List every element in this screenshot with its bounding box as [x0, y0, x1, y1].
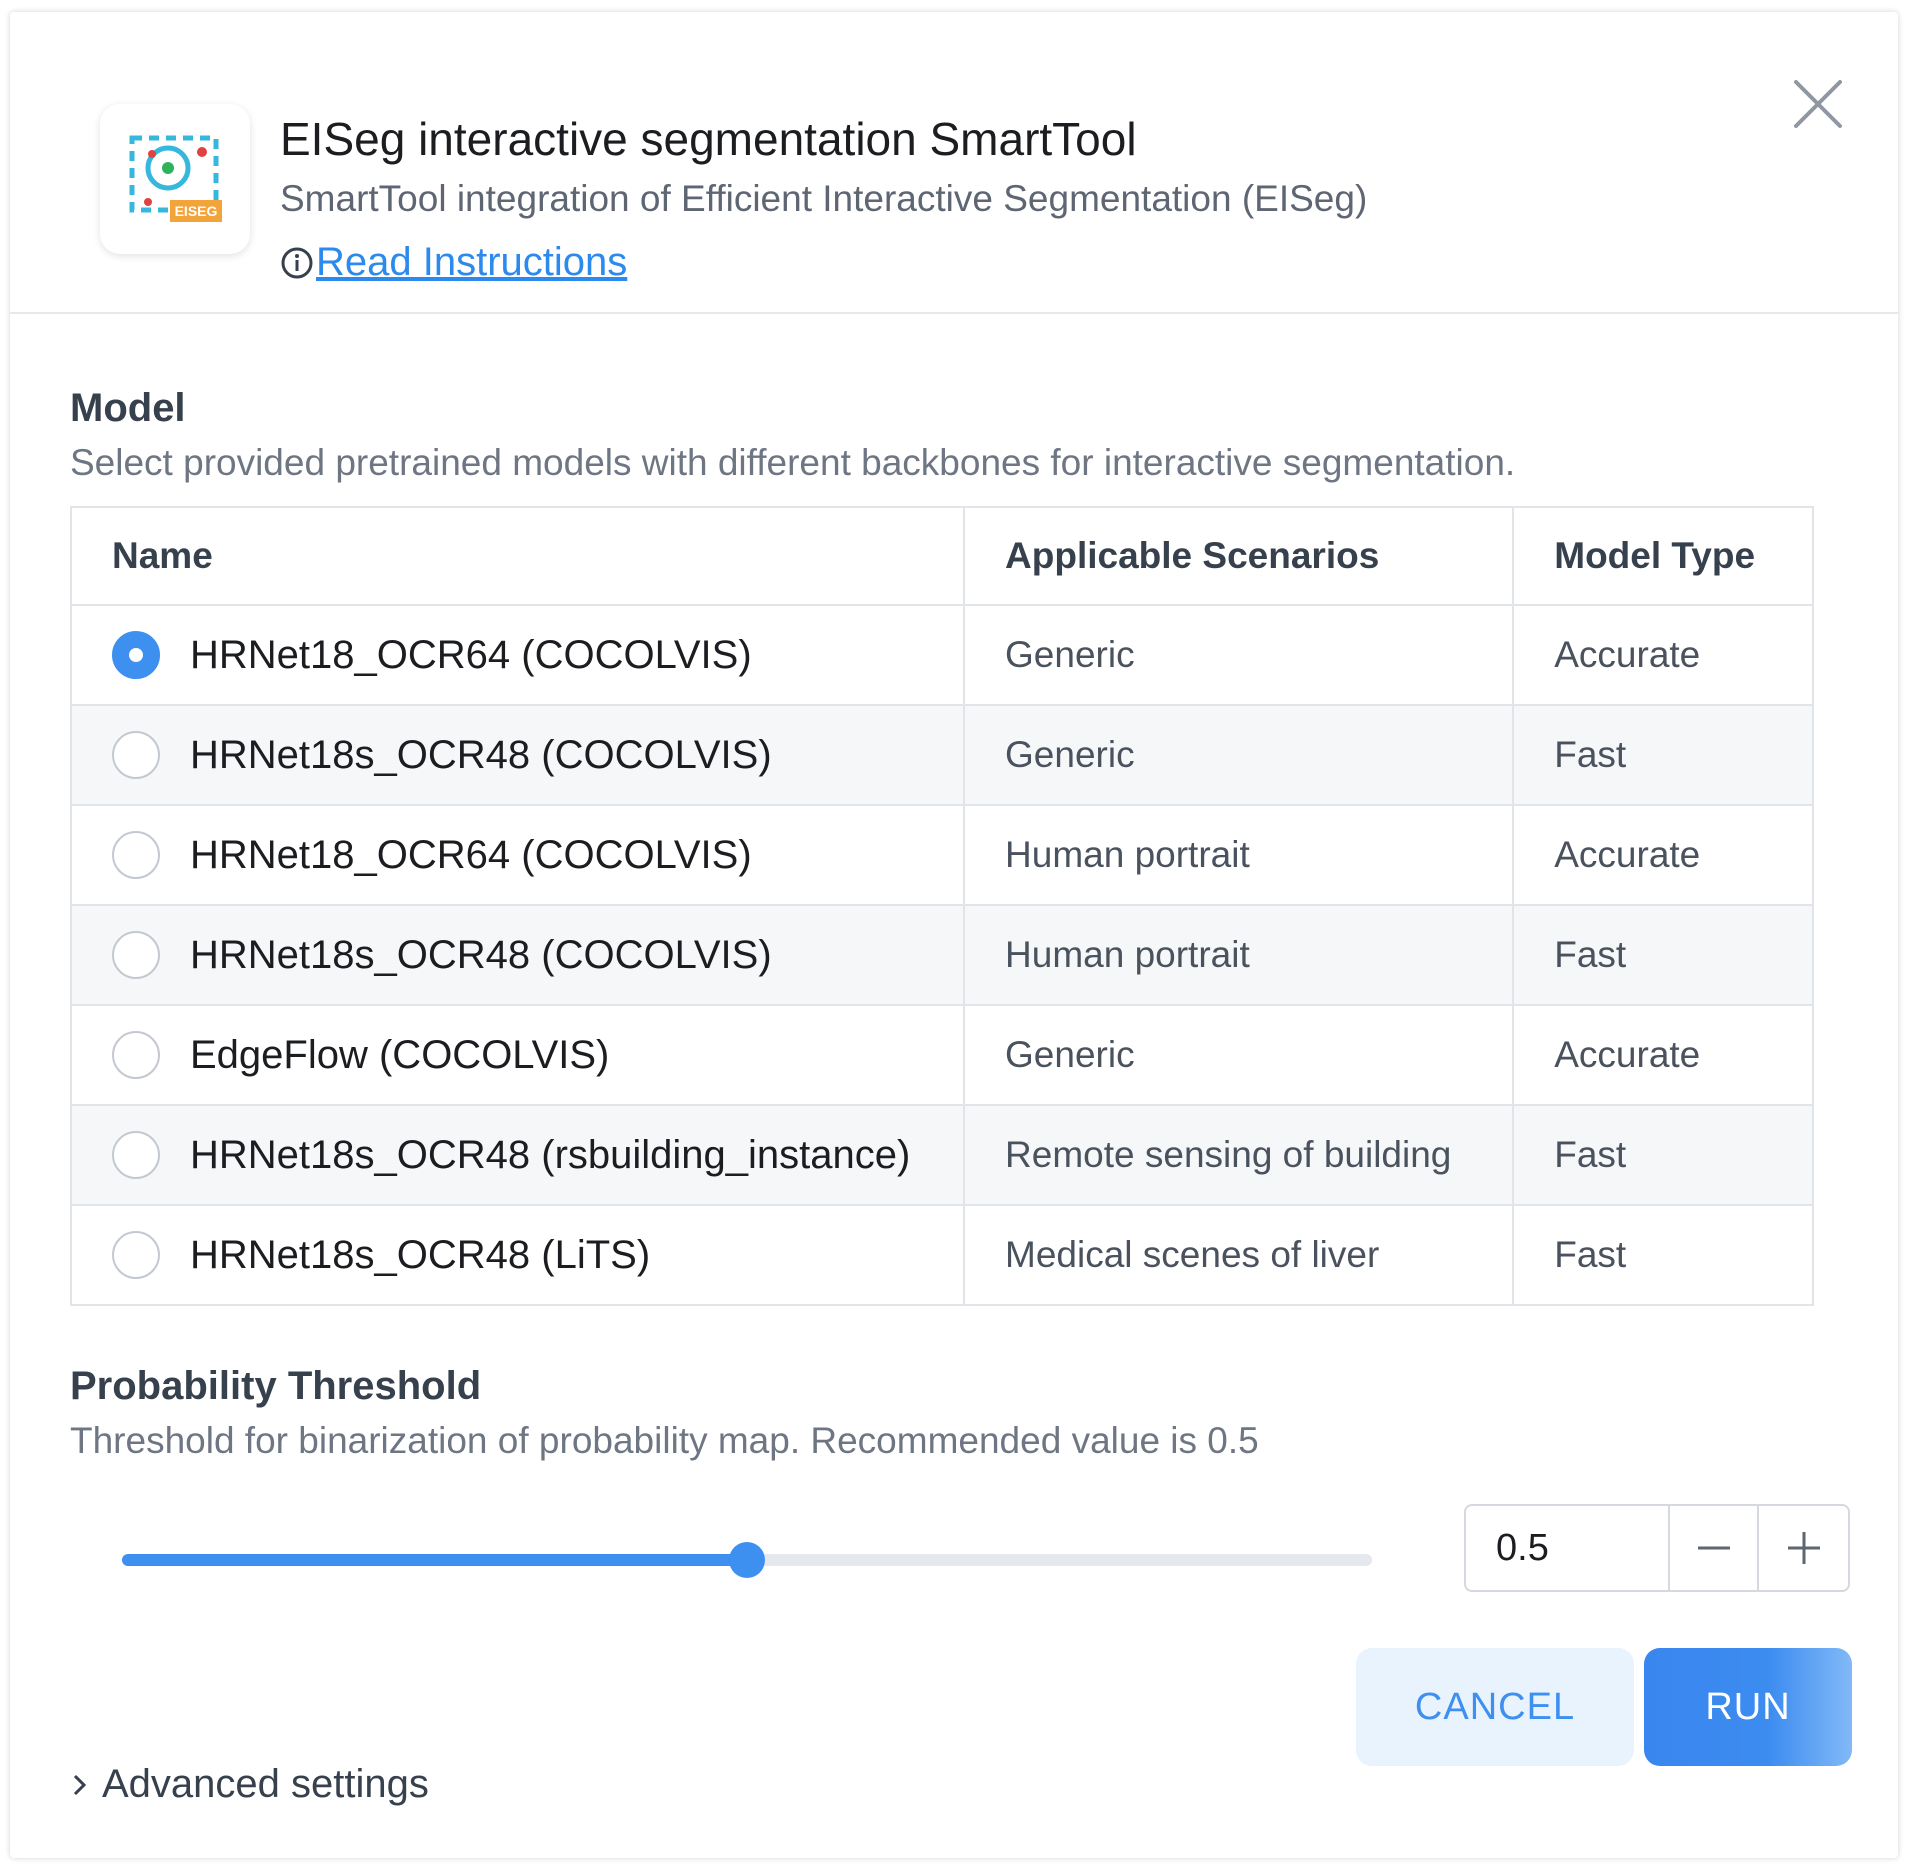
models-table: Name Applicable Scenarios Model Type HRN…	[69, 506, 1814, 1306]
model-radio[interactable]	[112, 731, 160, 779]
model-name: EdgeFlow (COCOLVIS)	[190, 1032, 610, 1077]
column-header-scenarios: Applicable Scenarios	[963, 506, 1515, 606]
model-type: Fast	[1512, 904, 1814, 1006]
eiseg-app-icon: EISEG	[100, 104, 250, 254]
model-name: HRNet18s_OCR48 (COCOLVIS)	[190, 932, 772, 977]
chevron-right-icon	[73, 1774, 87, 1795]
model-row[interactable]: HRNet18_OCR64 (COCOLVIS) Generic Accurat…	[69, 604, 1814, 706]
model-row[interactable]: HRNet18s_OCR48 (COCOLVIS) Generic Fast	[69, 704, 1814, 806]
threshold-input[interactable]	[1466, 1506, 1670, 1590]
model-radio[interactable]	[112, 1031, 160, 1079]
model-scenario: Medical scenes of liver	[963, 1204, 1515, 1306]
decrement-button[interactable]	[1670, 1506, 1760, 1590]
instructions-link-row: Read Instructions	[280, 240, 627, 285]
model-radio[interactable]	[112, 631, 160, 679]
dialog-title: EISeg interactive segmentation SmartTool	[280, 113, 1137, 165]
threshold-section-description: Threshold for binarization of probabilit…	[70, 1420, 1259, 1461]
model-scenario: Human portrait	[963, 904, 1515, 1006]
model-row[interactable]: HRNet18_OCR64 (COCOLVIS) Human portrait …	[69, 804, 1814, 906]
model-type: Accurate	[1512, 1004, 1814, 1106]
model-section-description: Select provided pretrained models with d…	[70, 442, 1516, 483]
dialog-subtitle: SmartTool integration of Efficient Inter…	[280, 178, 1368, 219]
table-header-row: Name Applicable Scenarios Model Type	[69, 506, 1814, 606]
run-button[interactable]: RUN	[1644, 1648, 1852, 1766]
slider-fill	[122, 1554, 747, 1566]
read-instructions-link[interactable]: Read Instructions	[316, 240, 627, 285]
model-name: HRNet18s_OCR48 (LiTS)	[190, 1232, 651, 1277]
model-radio[interactable]	[112, 1231, 160, 1279]
model-section-title: Model	[70, 386, 186, 430]
slider-thumb[interactable]	[729, 1542, 765, 1578]
info-icon	[281, 247, 313, 278]
model-name: HRNet18s_OCR48 (COCOLVIS)	[190, 732, 772, 777]
model-name: HRNet18_OCR64 (COCOLVIS)	[190, 632, 752, 677]
dialog-header: EISEG EISeg interactive segmentation Sma…	[10, 12, 1898, 314]
model-name: HRNet18_OCR64 (COCOLVIS)	[190, 832, 752, 877]
model-type: Accurate	[1512, 804, 1814, 906]
smarttool-dialog: EISEG EISeg interactive segmentation Sma…	[10, 12, 1898, 1858]
model-scenario: Remote sensing of building	[963, 1104, 1515, 1206]
model-radio[interactable]	[112, 931, 160, 979]
cancel-button[interactable]: CANCEL	[1356, 1648, 1634, 1766]
model-row[interactable]: HRNet18s_OCR48 (rsbuilding_instance) Rem…	[69, 1104, 1814, 1206]
threshold-slider[interactable]	[122, 1538, 1372, 1582]
model-type: Fast	[1512, 1104, 1814, 1206]
threshold-section-title: Probability Threshold	[70, 1364, 482, 1408]
model-row[interactable]: HRNet18s_OCR48 (LiTS) Medical scenes of …	[69, 1204, 1814, 1306]
eiseg-badge-text: EISEG	[175, 203, 218, 219]
plus-icon	[1787, 1532, 1820, 1564]
advanced-settings-label: Advanced settings	[102, 1762, 429, 1806]
model-radio[interactable]	[112, 831, 160, 879]
model-row[interactable]: HRNet18s_OCR48 (COCOLVIS) Human portrait…	[69, 904, 1814, 1006]
model-row[interactable]: EdgeFlow (COCOLVIS) Generic Accurate	[69, 1004, 1814, 1106]
increment-button[interactable]	[1759, 1506, 1848, 1590]
model-type: Fast	[1512, 704, 1814, 806]
model-radio[interactable]	[112, 1131, 160, 1179]
advanced-settings-toggle[interactable]: Advanced settings	[66, 1762, 429, 1807]
model-type: Accurate	[1512, 604, 1814, 706]
column-header-model-type: Model Type	[1512, 506, 1814, 606]
model-scenario: Generic	[963, 704, 1515, 806]
model-scenario: Human portrait	[963, 804, 1515, 906]
close-icon[interactable]	[1788, 74, 1848, 134]
model-type: Fast	[1512, 1204, 1814, 1306]
minus-icon	[1697, 1546, 1730, 1550]
column-header-name: Name	[69, 506, 966, 606]
model-scenario: Generic	[963, 1004, 1515, 1106]
model-scenario: Generic	[963, 604, 1515, 706]
threshold-stepper	[1464, 1504, 1850, 1592]
model-name: HRNet18s_OCR48 (rsbuilding_instance)	[190, 1132, 911, 1177]
